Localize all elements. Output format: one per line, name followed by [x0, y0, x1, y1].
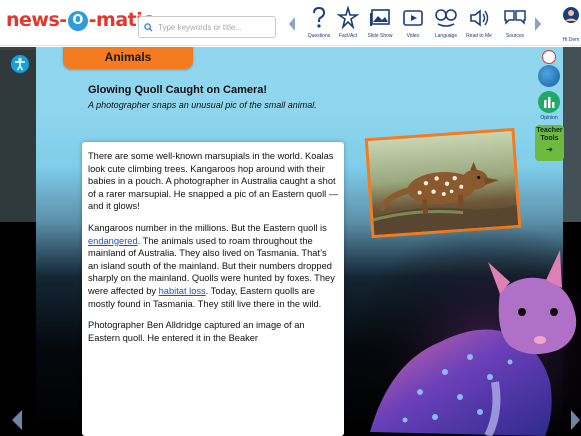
next-page-arrow-icon[interactable] [570, 409, 581, 431]
glowing-quoll-image [350, 222, 581, 436]
section-tab-animals[interactable]: Animals [63, 47, 193, 69]
question-mark-icon [313, 6, 326, 28]
search-input[interactable] [158, 22, 268, 32]
tool-label: Slide Show [367, 33, 393, 39]
search-icon [144, 22, 153, 32]
article-paragraph-3: Photographer Ben Alldridge captured an i… [88, 320, 305, 343]
new-badge-icon[interactable] [542, 50, 556, 64]
accessibility-icon [15, 57, 25, 71]
teacher-tools-button[interactable]: Teacher Tools ➔ [535, 125, 564, 161]
opinion-button[interactable] [538, 91, 560, 113]
tool-slide-show[interactable]: Slide Show [362, 6, 398, 39]
globe-icon[interactable] [538, 65, 560, 87]
toolbar-next-arrow-icon[interactable] [533, 16, 543, 32]
tool-read-to-me[interactable]: Read to Me [461, 6, 497, 39]
avatar-icon [563, 7, 579, 23]
sources-icon [504, 10, 526, 25]
bar-chart-icon [544, 97, 555, 108]
tool-label: Sources [505, 33, 525, 39]
article-paragraph-2: Kangaroos number in the millions. But th… [88, 222, 339, 310]
speaker-icon [470, 9, 489, 27]
teacher-tools-line2: Tools [540, 135, 559, 142]
tool-label: Read to Me [466, 33, 492, 39]
star-burst-icon [337, 6, 359, 30]
tool-fact-act[interactable]: Fact/Act [330, 6, 366, 39]
news-o-matic-logo[interactable]: news- O -matic [6, 9, 154, 31]
arrow-right-icon: ➔ [546, 145, 553, 154]
accessibility-button[interactable] [11, 55, 29, 73]
tool-label: Video [406, 33, 420, 39]
user-menu[interactable]: Hi Dem [560, 7, 581, 46]
tool-label: Language [434, 33, 458, 39]
search-box[interactable] [138, 16, 276, 38]
logo-globe-icon: O [67, 11, 88, 31]
right-gutter-top [563, 47, 581, 222]
logo-text-left: news- [6, 9, 67, 31]
toolbar-prev-arrow-icon[interactable] [287, 16, 297, 32]
tool-sources[interactable]: Sources [497, 6, 533, 39]
glossary-link-habitat-loss[interactable]: habitat loss [159, 286, 206, 296]
glossary-link-endangered[interactable]: endangered [88, 236, 138, 246]
article-body: There are some well-known marsupials in … [82, 142, 344, 436]
user-greeting: Hi Dem [562, 37, 580, 43]
previous-page-arrow-icon[interactable] [10, 409, 24, 431]
left-gutter-top [0, 47, 36, 222]
article-subhead: A photographer snaps an unusual pic of t… [88, 100, 317, 110]
tool-video[interactable]: Video [395, 6, 431, 39]
tool-label: Fact/Act [338, 33, 358, 39]
image-icon [370, 9, 390, 26]
article-canvas: Animals Glowing Quoll Caught on Camera! … [0, 47, 581, 436]
paragraph-text: Kangaroos number in the millions. But th… [88, 222, 327, 233]
language-icon [435, 9, 457, 27]
opinion-label: Opinion [540, 115, 558, 121]
video-icon [403, 10, 423, 26]
tool-language[interactable]: Language [428, 6, 464, 39]
article-headline: Glowing Quoll Caught on Camera! [88, 84, 268, 96]
teacher-tools-line1: Teacher [536, 127, 563, 134]
article-paragraph-1: There are some well-known marsupials in … [88, 151, 339, 212]
top-bar: news-O-matic Questions Fact/Act Slide Sh… [0, 0, 581, 46]
